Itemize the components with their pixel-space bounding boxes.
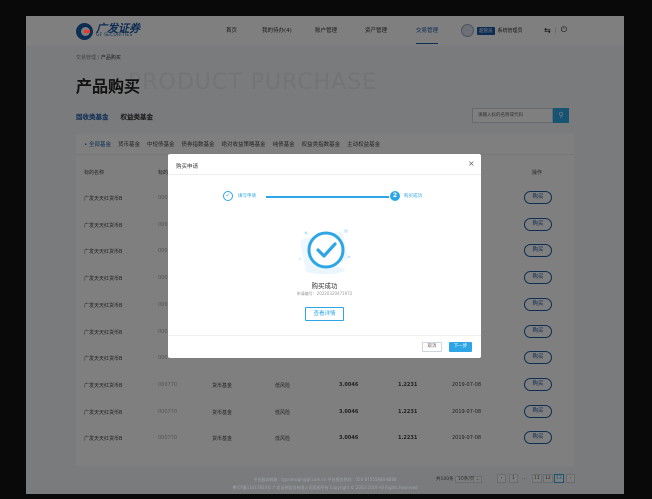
check-circle-icon: ✓ [223,191,233,201]
footer-contact: 平台服务邮箱：typrdesign@gf.com.cn 平台服务热线：020-8… [253,477,397,482]
success-title: 购买成功 [311,282,338,290]
application-number: 申请编号：20220320471972 [296,291,353,296]
modal-title: 购买申请 [176,164,199,170]
cancel-button[interactable]: 取消 [422,342,442,352]
step-number-icon: 2 [390,191,400,201]
next-button[interactable]: 下一步 [449,342,472,352]
step-success-label: 购买成功 [404,194,422,199]
divider [168,335,481,336]
purchase-modal: 购买申请 × ✓ 填写申请 2 购买成功 购买成功 申请编号：202203204… [168,154,481,358]
divider [168,174,481,175]
success-check-icon [298,229,351,274]
step-fill-label: 填写申请 [238,194,256,199]
step-connector [266,196,389,198]
footer-copyright: 粤ICP备11017824号 广发证券股份有限公司版权所有 Copyright … [232,485,418,490]
footer: 平台服务邮箱：typrdesign@gf.com.cn 平台服务热线：020-8… [26,473,624,494]
view-detail-button[interactable]: 查看详情 [305,307,344,321]
close-icon[interactable]: × [468,160,475,168]
